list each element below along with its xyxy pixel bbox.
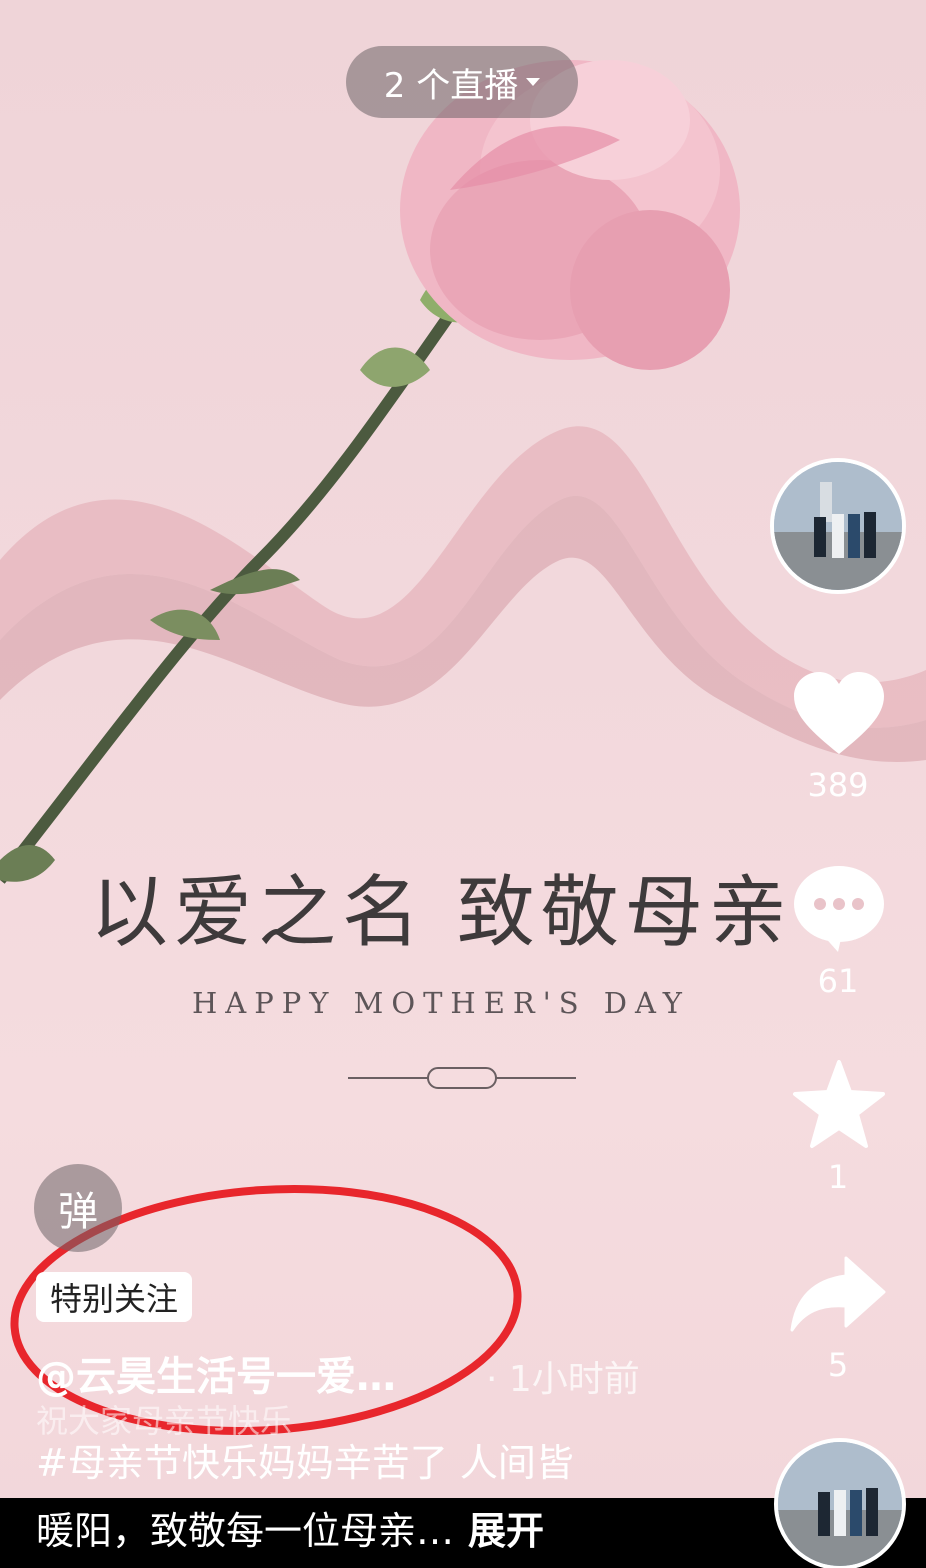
share-count: 5 (827, 1346, 849, 1384)
caption-line-2[interactable]: 暖阳，致敬每一位母亲… 展开 (36, 1500, 544, 1555)
expand-link[interactable]: 展开 (468, 1509, 544, 1553)
comment-button[interactable] (792, 864, 886, 954)
music-disc-icon (778, 1442, 902, 1566)
tag-label: 特别关注 (50, 1280, 179, 1318)
author-name[interactable]: @云昊生活号一爱… (36, 1344, 396, 1402)
post-time: · 1小时前 (486, 1359, 640, 1400)
like-count: 389 (807, 766, 869, 804)
comment-bubble-icon (794, 866, 884, 952)
danmu-button[interactable]: 弹 (34, 1164, 122, 1252)
live-stream-button[interactable]: 2 个直播 (346, 46, 578, 118)
star-icon (793, 1060, 885, 1148)
author-avatar[interactable] (770, 458, 906, 594)
favorite-count: 1 (827, 1158, 849, 1196)
caption-line-1[interactable]: #母亲节快乐妈妈辛苦了 人间皆 (36, 1432, 574, 1487)
live-label: 2 个直播 (383, 65, 519, 106)
heart-icon (794, 672, 884, 754)
video-screen[interactable]: 2 个直播 以爱之名 致敬母亲 HAPPY MOTHER'S DAY 389 6… (0, 0, 926, 1568)
share-arrow-icon (790, 1256, 886, 1332)
caption-text: 暖阳，致敬每一位母亲… (36, 1509, 455, 1553)
like-button[interactable] (792, 670, 886, 758)
avatar-photo-icon (774, 462, 902, 590)
favorite-button[interactable] (792, 1060, 886, 1150)
special-follow-tag: 特别关注 (36, 1272, 193, 1322)
comment-count: 61 (817, 962, 859, 1000)
poster-title: 以爱之名 致敬母亲 (90, 868, 793, 958)
danmu-label: 弹 (58, 1189, 98, 1235)
chevron-down-icon (526, 78, 541, 86)
poster-subtitle: HAPPY MOTHER'S DAY (192, 986, 690, 1020)
share-button[interactable] (790, 1254, 886, 1334)
music-disc-avatar[interactable] (774, 1438, 906, 1568)
